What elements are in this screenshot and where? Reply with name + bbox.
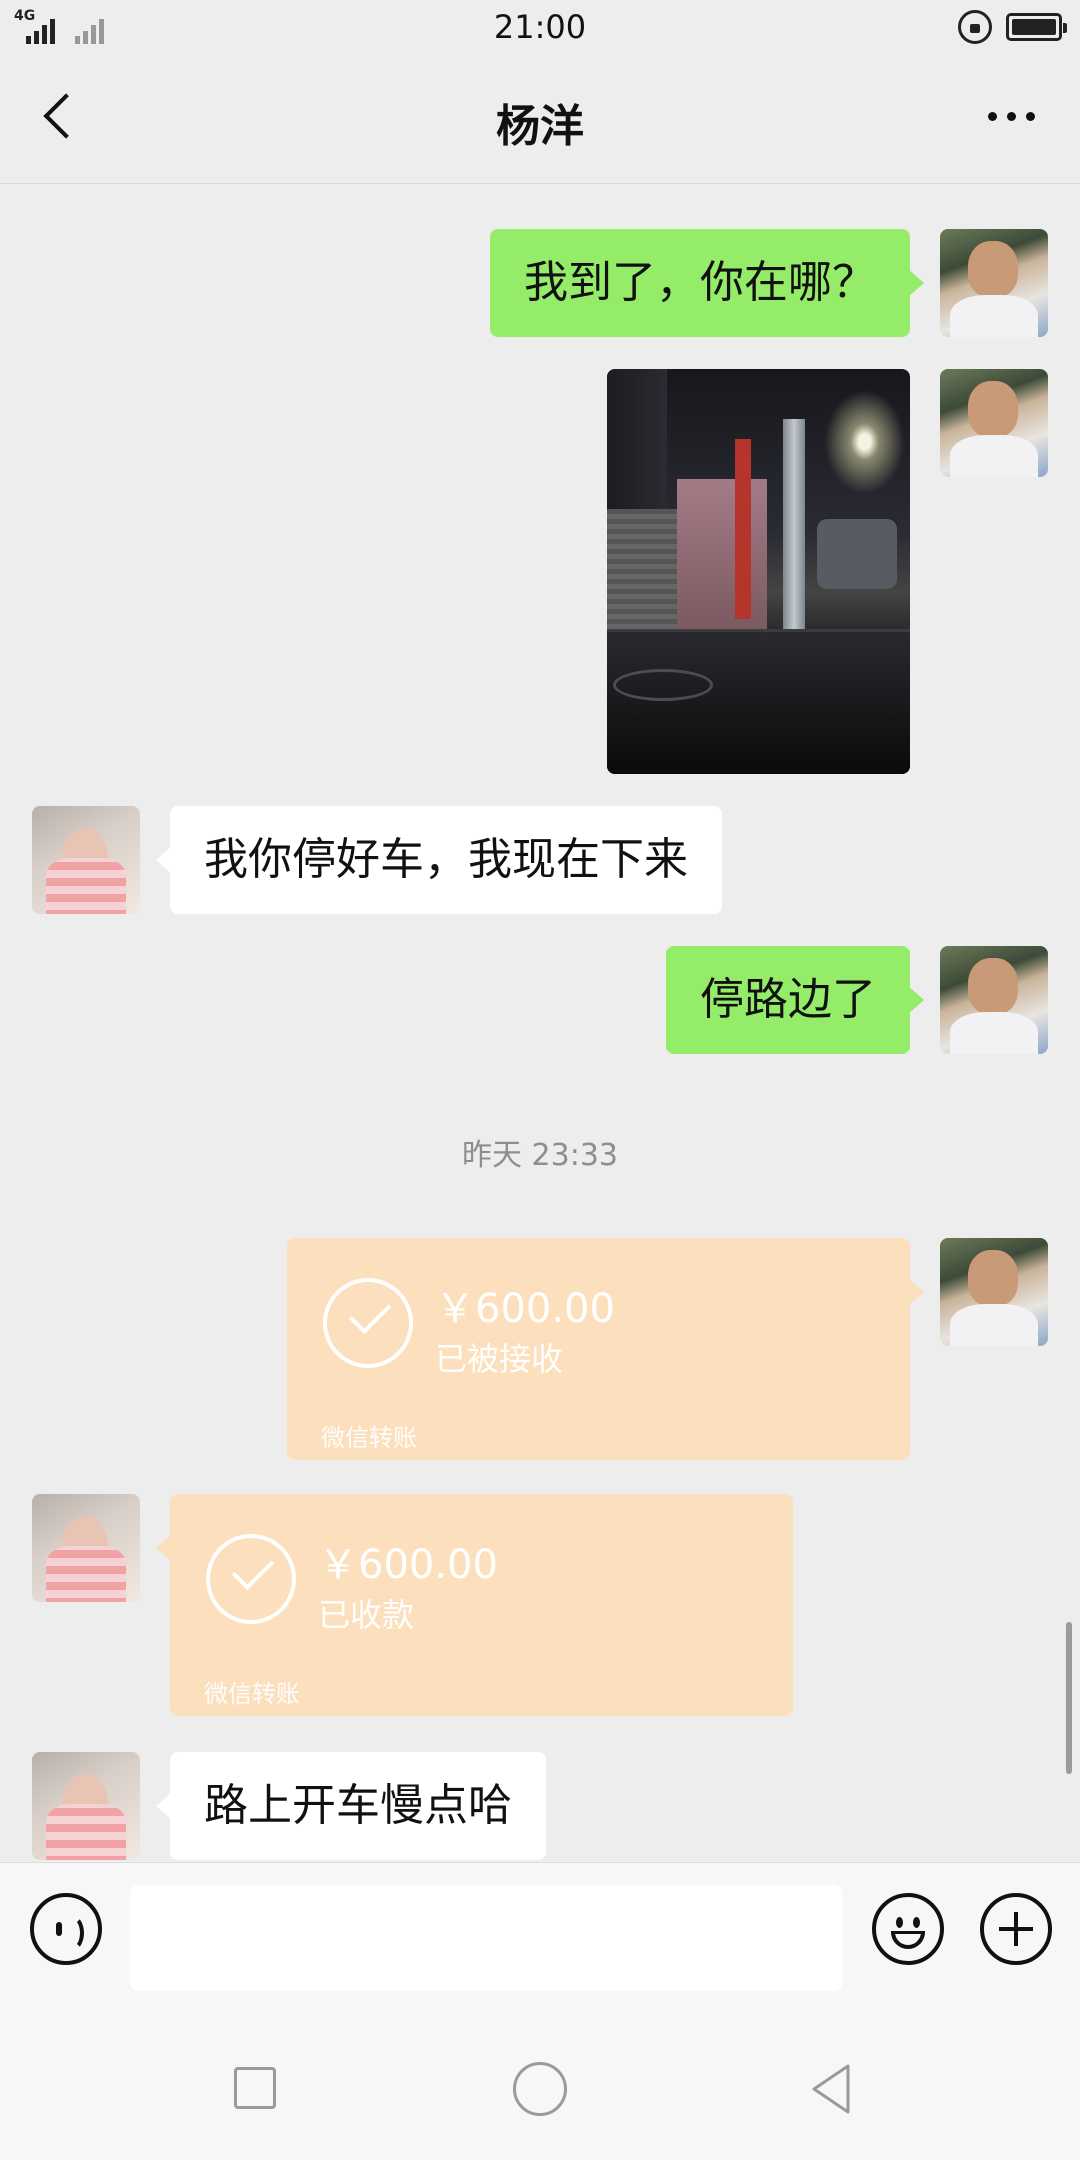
more-dot <box>1025 111 1035 121</box>
chat-header: 杨洋 <box>0 56 1080 184</box>
battery-icon <box>1006 13 1067 41</box>
my-avatar[interactable] <box>940 369 1048 477</box>
check-circle-icon <box>323 1278 413 1368</box>
my-avatar[interactable] <box>940 229 1048 337</box>
transfer-label: 微信转账 <box>204 1680 300 1708</box>
home-button[interactable] <box>513 2062 567 2116</box>
message-bubble-received[interactable]: 路上开车慢点哈 <box>156 1752 546 1860</box>
contact-avatar[interactable] <box>32 1494 140 1602</box>
status-bar: 4G 21:00 <box>0 0 1080 56</box>
transfer-card-received[interactable]: ￥600.00 已收款 微信转账 <box>156 1494 793 1716</box>
transfer-status: 已被接收 <box>435 1340 564 1378</box>
system-back-button[interactable] <box>808 2062 854 2116</box>
recents-button[interactable] <box>234 2067 276 2109</box>
my-avatar[interactable] <box>940 1238 1048 1346</box>
contact-avatar[interactable] <box>32 1752 140 1860</box>
photo-sign <box>735 439 751 619</box>
scrollbar-thumb[interactable] <box>1066 1622 1072 1774</box>
photo-window-sill <box>607 629 910 774</box>
emoji-eye <box>913 1917 920 1928</box>
message-bubble-received[interactable]: 我你停好车，我现在下来 <box>156 806 722 914</box>
back-button[interactable] <box>34 84 94 148</box>
triangle-back-icon <box>812 2064 850 2114</box>
chat-title: 杨洋 <box>496 101 584 152</box>
check-circle-icon <box>206 1534 296 1624</box>
photo-car <box>817 519 897 589</box>
message-bubble-sent[interactable]: 停路边了 <box>666 946 924 1054</box>
transfer-label: 微信转账 <box>321 1424 417 1452</box>
emoji-button[interactable] <box>872 1893 944 1965</box>
emoji-mouth <box>891 1931 925 1949</box>
rotation-lock-icon <box>958 10 992 44</box>
transfer-amount: ￥600.00 <box>318 1542 498 1588</box>
transfer-amount: ￥600.00 <box>435 1286 615 1332</box>
emoji-icon <box>896 1917 903 1928</box>
more-functions-button[interactable] <box>980 1893 1052 1965</box>
voice-button[interactable] <box>30 1893 102 1965</box>
message-timestamp: 昨天 23:33 <box>462 1138 618 1173</box>
input-bar <box>0 1862 1080 1992</box>
photo-pole <box>783 419 805 639</box>
photo-door-handle <box>613 669 713 701</box>
more-dots-icon <box>987 111 997 121</box>
clock: 21:00 <box>493 8 587 46</box>
image-message[interactable] <box>607 369 910 774</box>
more-dot <box>1006 111 1016 121</box>
message-bubble-sent[interactable]: 我到了，你在哪？ <box>490 229 924 337</box>
status-icons <box>958 10 1067 44</box>
transfer-status: 已收款 <box>318 1596 415 1634</box>
message-input[interactable] <box>130 1885 842 1991</box>
photo-wall <box>677 479 767 629</box>
contact-avatar[interactable] <box>32 806 140 914</box>
my-avatar[interactable] <box>940 946 1048 1054</box>
system-nav-bar <box>0 1992 1080 2160</box>
message-list[interactable]: 我到了，你在哪？ 我你停好车，我现在下来 停路边了 昨天 23:33 ￥600.… <box>0 185 1080 1862</box>
transfer-card-sent[interactable]: ￥600.00 已被接收 微信转账 <box>287 1238 924 1460</box>
more-options-button[interactable] <box>976 96 1046 136</box>
